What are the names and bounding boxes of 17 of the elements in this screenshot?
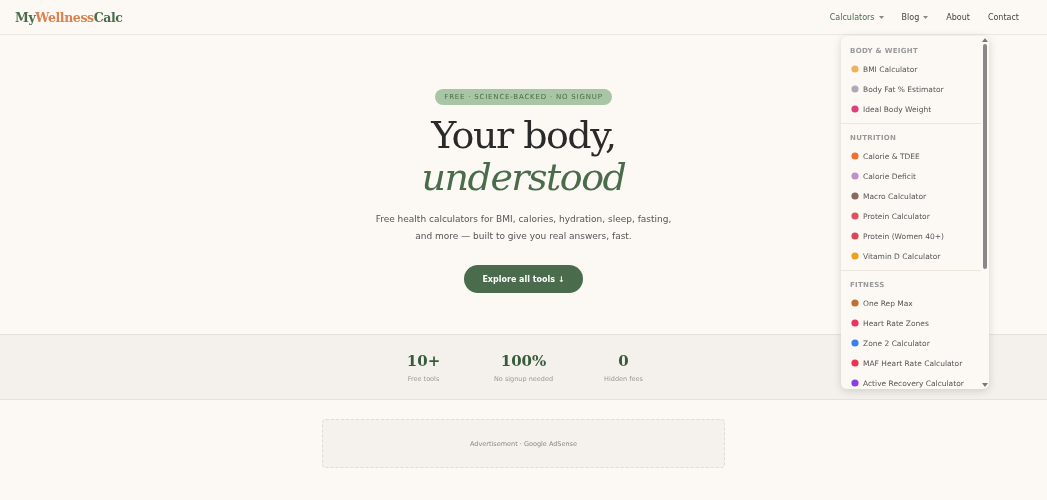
scrollbar-thumb[interactable] xyxy=(983,44,987,269)
stat-value: 10+ xyxy=(406,351,441,370)
explore-button[interactable]: Explore all tools ↓ xyxy=(464,265,583,293)
nav-link[interactable]: About xyxy=(937,8,979,26)
logo[interactable]: MyWellnessCalc xyxy=(15,9,123,25)
hero-title: understood xyxy=(421,156,626,198)
scroll-down-icon[interactable] xyxy=(982,383,988,387)
nav-link[interactable]: Blog xyxy=(892,8,938,26)
hero-title: Your body, xyxy=(431,114,616,156)
caret-icon xyxy=(878,15,884,19)
nav-link[interactable]: Contact xyxy=(978,8,1028,26)
stat-value: 0 xyxy=(618,351,629,370)
nav-link[interactable]: Calculators xyxy=(820,8,893,26)
scroll-up-icon[interactable] xyxy=(982,38,988,42)
stat-value: 100% xyxy=(500,351,547,370)
hero-subtitle: Free health calculators for BMI, calories, hydration, sleep, fasting, and more — built to give you real answers, fast. xyxy=(374,213,673,243)
caret-icon xyxy=(923,15,929,19)
